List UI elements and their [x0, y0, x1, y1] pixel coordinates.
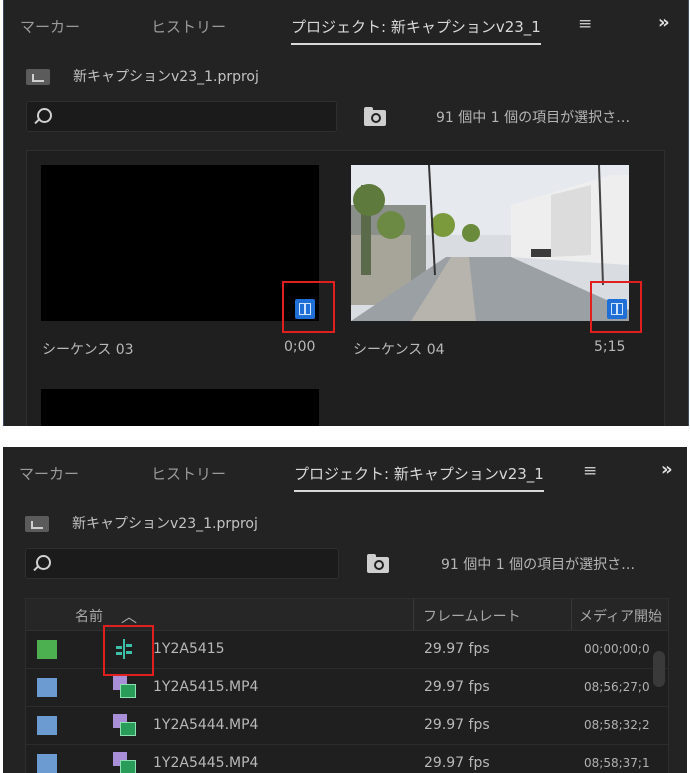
project-panel-list-view: マーカー ヒストリー プロジェクト: 新キャプションv23_1 ≡ » 新キャプ… — [3, 447, 687, 773]
tab-markers[interactable]: マーカー — [19, 463, 79, 484]
column-media-start-header[interactable]: メディア開始 — [579, 606, 662, 626]
item-name: 1Y2A5415 — [153, 641, 225, 657]
label-color-swatch[interactable] — [37, 640, 57, 659]
tab-project[interactable]: プロジェクト: 新キャプションv23_1 — [294, 463, 544, 492]
panel-tab-bar: マーカー ヒストリー プロジェクト: 新キャプションv23_1 ≡ » — [3, 447, 687, 501]
tab-history[interactable]: ヒストリー — [151, 463, 226, 484]
column-framerate-header[interactable]: フレームレート — [423, 606, 521, 626]
column-name-header[interactable]: 名前 — [75, 606, 103, 626]
search-input[interactable] — [26, 101, 337, 132]
item-name[interactable]: シーケンス 04 — [353, 339, 445, 359]
highlight-box — [103, 625, 154, 676]
new-search-bin-icon[interactable] — [367, 554, 389, 573]
clip-icon — [113, 714, 136, 736]
item-framerate: 29.97 fps — [424, 755, 490, 771]
item-duration: 0;00 — [284, 339, 316, 355]
search-icon — [37, 108, 52, 123]
project-folder-icon — [25, 516, 49, 532]
panel-menu-icon[interactable]: ≡ — [578, 14, 592, 34]
sort-ascending-icon[interactable]: ︿ — [121, 603, 137, 627]
overflow-tabs-icon[interactable]: » — [661, 459, 673, 480]
item-media-start: 08;58;32;2 — [584, 718, 650, 732]
column-divider[interactable] — [571, 599, 572, 630]
label-color-swatch[interactable] — [37, 754, 57, 773]
panel-tab-bar: マーカー ヒストリー プロジェクト: 新キャプションv23_1 ≡ » — [4, 0, 688, 54]
highlight-box — [590, 281, 642, 333]
label-color-swatch[interactable] — [37, 678, 57, 697]
item-framerate: 29.97 fps — [424, 679, 490, 695]
item-count-status: 91 個中 1 個の項目が選択さ… — [436, 110, 631, 126]
table-row[interactable]: 1Y2A5445.MP4 29.97 fps 08;58;37;1 — [26, 745, 668, 773]
project-panel-icon-view: マーカー ヒストリー プロジェクト: 新キャプションv23_1 ≡ » 新キャプ… — [3, 0, 689, 426]
item-name[interactable]: シーケンス 03 — [42, 339, 134, 359]
tab-project[interactable]: プロジェクト: 新キャプションv23_1 — [291, 16, 541, 45]
table-row[interactable]: 1Y2A5444.MP4 29.97 fps 08;58;32;2 — [26, 707, 668, 745]
item-media-start: 00;00;00;0 — [584, 642, 650, 656]
project-file-name: 新キャプションv23_1.prproj — [73, 69, 259, 85]
item-media-start: 08;58;37;1 — [584, 756, 650, 770]
item-media-start: 08;56;27;0 — [584, 680, 650, 694]
tab-history[interactable]: ヒストリー — [151, 16, 226, 37]
item-count-status: 91 個中 1 個の項目が選択さ… — [441, 557, 636, 573]
project-folder-icon — [26, 69, 50, 85]
search-input[interactable] — [25, 548, 339, 579]
label-color-swatch[interactable] — [37, 716, 57, 735]
search-icon — [36, 555, 51, 570]
thumbnail-partial[interactable] — [41, 389, 319, 426]
clip-icon — [113, 752, 136, 773]
panel-menu-icon[interactable]: ≡ — [583, 461, 597, 481]
item-duration: 5;15 — [594, 339, 626, 355]
street-photo — [351, 164, 629, 321]
column-divider[interactable] — [413, 599, 414, 630]
new-search-bin-icon[interactable] — [364, 107, 386, 126]
icon-grid: シーケンス 03 0;00 シーケンス 04 5;15 — [26, 150, 665, 426]
overflow-tabs-icon[interactable]: » — [658, 12, 670, 33]
item-framerate: 29.97 fps — [424, 717, 490, 733]
clip-icon — [113, 676, 136, 698]
item-name: 1Y2A5444.MP4 — [153, 717, 259, 733]
highlight-box — [282, 281, 335, 333]
project-file-name: 新キャプションv23_1.prproj — [72, 516, 258, 532]
item-name: 1Y2A5445.MP4 — [153, 755, 259, 771]
item-name: 1Y2A5415.MP4 — [153, 679, 259, 695]
tab-markers[interactable]: マーカー — [20, 16, 80, 37]
item-framerate: 29.97 fps — [424, 641, 490, 657]
scrollbar-thumb[interactable] — [653, 651, 665, 687]
thumbnail-sequence-03[interactable] — [41, 165, 319, 321]
thumbnail-sequence-04[interactable] — [351, 164, 629, 321]
